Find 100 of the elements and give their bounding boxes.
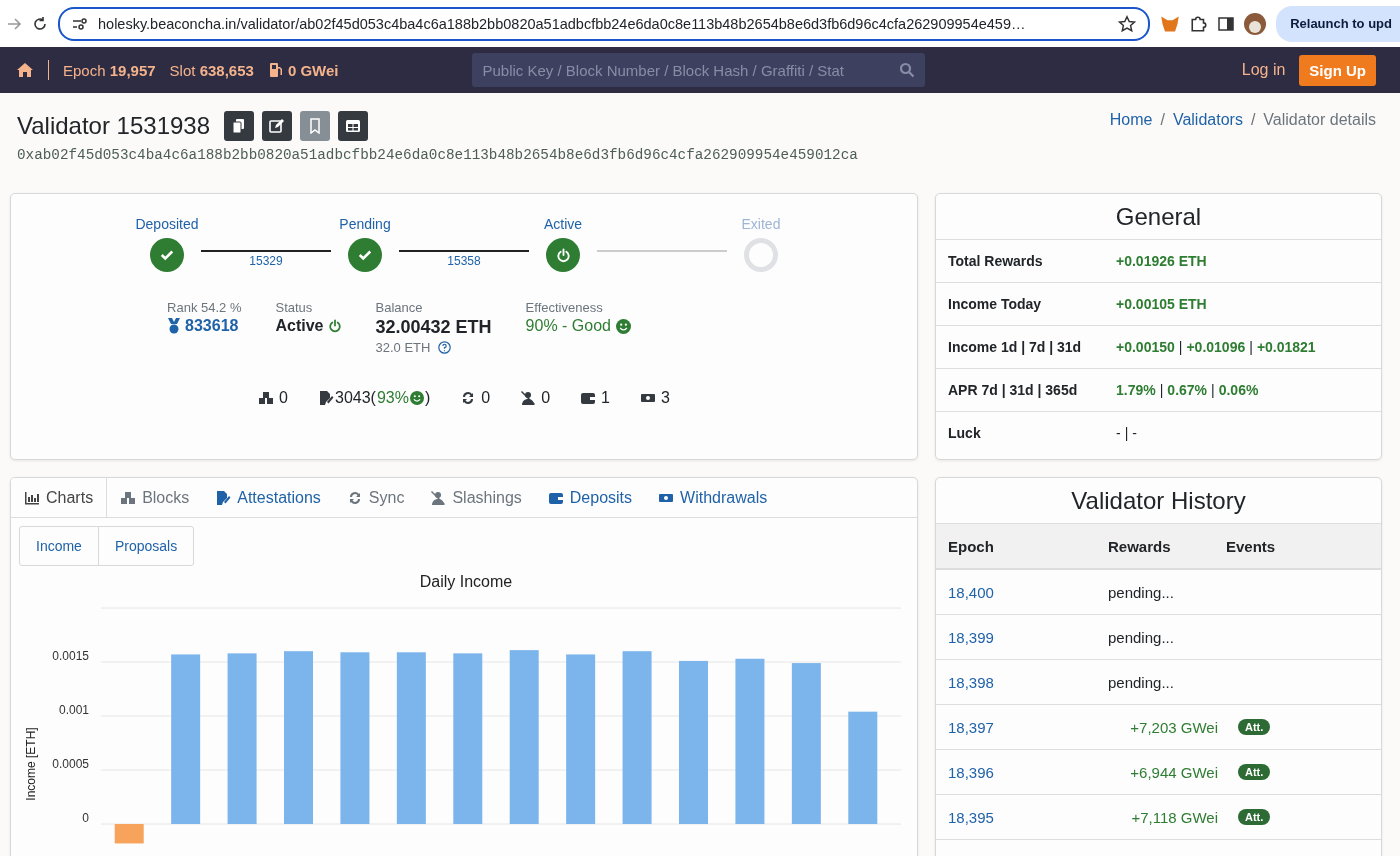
row-label: APR 7d | 31d | 365d [948, 382, 1079, 398]
step-label: Exited [741, 216, 781, 232]
rank-link[interactable]: 833618 [185, 317, 239, 335]
event-badge: Att. [1238, 764, 1271, 780]
row-value: +0.01096 [1186, 339, 1246, 355]
balance-value: 32.00432 ETH [375, 317, 492, 338]
paren: ) [424, 389, 431, 407]
reload-icon[interactable] [32, 15, 48, 32]
chart-tab[interactable]: Income [20, 527, 98, 565]
tab[interactable]: Withdrawals [645, 478, 781, 517]
table-icon [345, 118, 362, 134]
row-value: +0.00150 [1116, 339, 1175, 355]
event-badge: Att. [1238, 809, 1271, 825]
epoch-stat: Epoch 19,957 [63, 61, 156, 79]
separator: | [1159, 382, 1164, 398]
breadcrumb-separator: / [1160, 111, 1165, 130]
row-label: Income Today [948, 296, 1043, 312]
smiley-icon [615, 318, 631, 334]
epoch-link[interactable]: 18,398 [948, 673, 994, 691]
effective-balance: 32.0 ETH [375, 340, 431, 355]
gas-price: 0 GWei [287, 61, 339, 79]
separator: | [1178, 339, 1183, 355]
reward-cell-text: pending... [1108, 628, 1175, 646]
column-header: Events [1226, 537, 1276, 555]
user-slash-icon [430, 489, 447, 506]
row-value: 1.79% [1116, 382, 1156, 398]
table-button[interactable] [338, 111, 369, 141]
count-value: 0 [481, 389, 491, 407]
public-key: 0xab02f45d053c4ba4c6a188b2bb0820a51adbcfbb24e6da0c8e113b48b2654b8e6d3fb6d96c4cfa262909954e459012ca [0, 141, 1400, 163]
avatar-icon[interactable] [1244, 12, 1267, 35]
epoch-link[interactable]: 18,400 [948, 583, 994, 601]
user-slash-icon [520, 390, 537, 406]
count-value: 1 [601, 389, 610, 407]
site-settings-icon[interactable] [72, 15, 88, 32]
count-value: 3043( [335, 389, 376, 407]
separator: | [1124, 425, 1129, 441]
star-icon[interactable] [1118, 14, 1137, 33]
epoch-link[interactable]: 18,397 [948, 718, 994, 736]
tick-label: 0.0015 [52, 649, 89, 663]
column-header: Rewards [1108, 537, 1172, 555]
epoch-link[interactable]: 15329 [249, 254, 283, 268]
signature-icon [215, 489, 232, 506]
slot-stat: Slot 638,653 [169, 61, 254, 79]
reward-cell-text: +7,203 GWei [1129, 718, 1219, 736]
help-icon[interactable] [438, 341, 452, 354]
sidebar-icon[interactable] [1218, 15, 1235, 32]
breadcrumb-link[interactable]: Validators [1172, 111, 1243, 141]
row-label: Income 1d | 7d | 31d [948, 339, 1083, 355]
forward-arrow-icon[interactable] [6, 15, 22, 32]
tab[interactable]: Attestations [202, 478, 334, 517]
card-title: Validator History [1070, 486, 1247, 516]
bar [114, 824, 144, 844]
home-icon[interactable] [16, 62, 34, 78]
separator: | [1249, 339, 1253, 355]
reward-cell-text: +6,944 GWei [1129, 763, 1219, 781]
step-label: Deposited [135, 216, 199, 232]
tab[interactable]: Charts [11, 478, 108, 517]
epoch-link[interactable]: 18,399 [948, 628, 994, 646]
search-field[interactable]: Public Key / Block Number / Block Hash / Graffiti / Stat [472, 53, 926, 87]
tick-label: 0.0005 [52, 757, 89, 771]
tick-label: 0.001 [58, 703, 89, 717]
percentage: 93% [376, 389, 409, 407]
relaunch-button[interactable]: Relaunch to upd [1276, 5, 1400, 42]
row-value: +0.01926 ETH [1116, 253, 1207, 269]
bar-chart-icon [24, 489, 40, 506]
tab[interactable]: Deposits [534, 478, 646, 517]
breadcrumb-current: Validator details [1263, 111, 1376, 130]
epoch-link[interactable]: 18,396 [948, 763, 994, 781]
axis-title: Income [ETH] [24, 727, 38, 801]
row-value: - [1132, 425, 1137, 441]
row-value: +0.00105 ETH [1116, 296, 1207, 312]
separator: | [1211, 382, 1215, 398]
count-value: 3 [661, 389, 670, 407]
row-value: - [1116, 425, 1121, 441]
address-bar[interactable]: holesky.beaconcha.in/validator/ab02f45d053c4ba4c6a188b2bb0820a51adbcfbb24e6da0c8e113b48b2654b8e6d3fb6d96c4cfa262909954e459… [58, 6, 1151, 41]
puzzle-icon[interactable] [1190, 14, 1209, 33]
copy-button[interactable] [224, 111, 255, 141]
login-link[interactable]: Log in [1241, 61, 1286, 79]
edit-icon [269, 118, 286, 134]
count-value: 0 [279, 389, 288, 407]
epoch-link[interactable]: 18,395 [948, 808, 994, 826]
epoch-link[interactable]: 15358 [447, 254, 481, 268]
event-badge: Att. [1238, 719, 1271, 735]
breadcrumb-link[interactable]: Home [1109, 111, 1153, 141]
effectiveness-value: 90% - Good [525, 317, 611, 335]
column-header: Epoch [948, 537, 995, 555]
signature-icon [318, 390, 334, 406]
gas-pump-icon [267, 62, 284, 78]
tick-label: 0 [82, 811, 89, 825]
search-icon[interactable] [899, 62, 916, 78]
edit-button[interactable] [262, 111, 293, 141]
step-label: Pending [339, 216, 391, 232]
row-label: Luck [948, 425, 982, 441]
cubes-icon [120, 489, 137, 506]
reward-cell-text: +7,118 GWei [1130, 808, 1219, 826]
reward-cell-text: pending... [1108, 673, 1175, 691]
row-value: +0.01821 [1256, 339, 1316, 355]
chart-tab[interactable]: Proposals [97, 527, 194, 565]
row-value: 0.06% [1218, 382, 1259, 398]
breadcrumb-separator: / [1250, 111, 1256, 130]
